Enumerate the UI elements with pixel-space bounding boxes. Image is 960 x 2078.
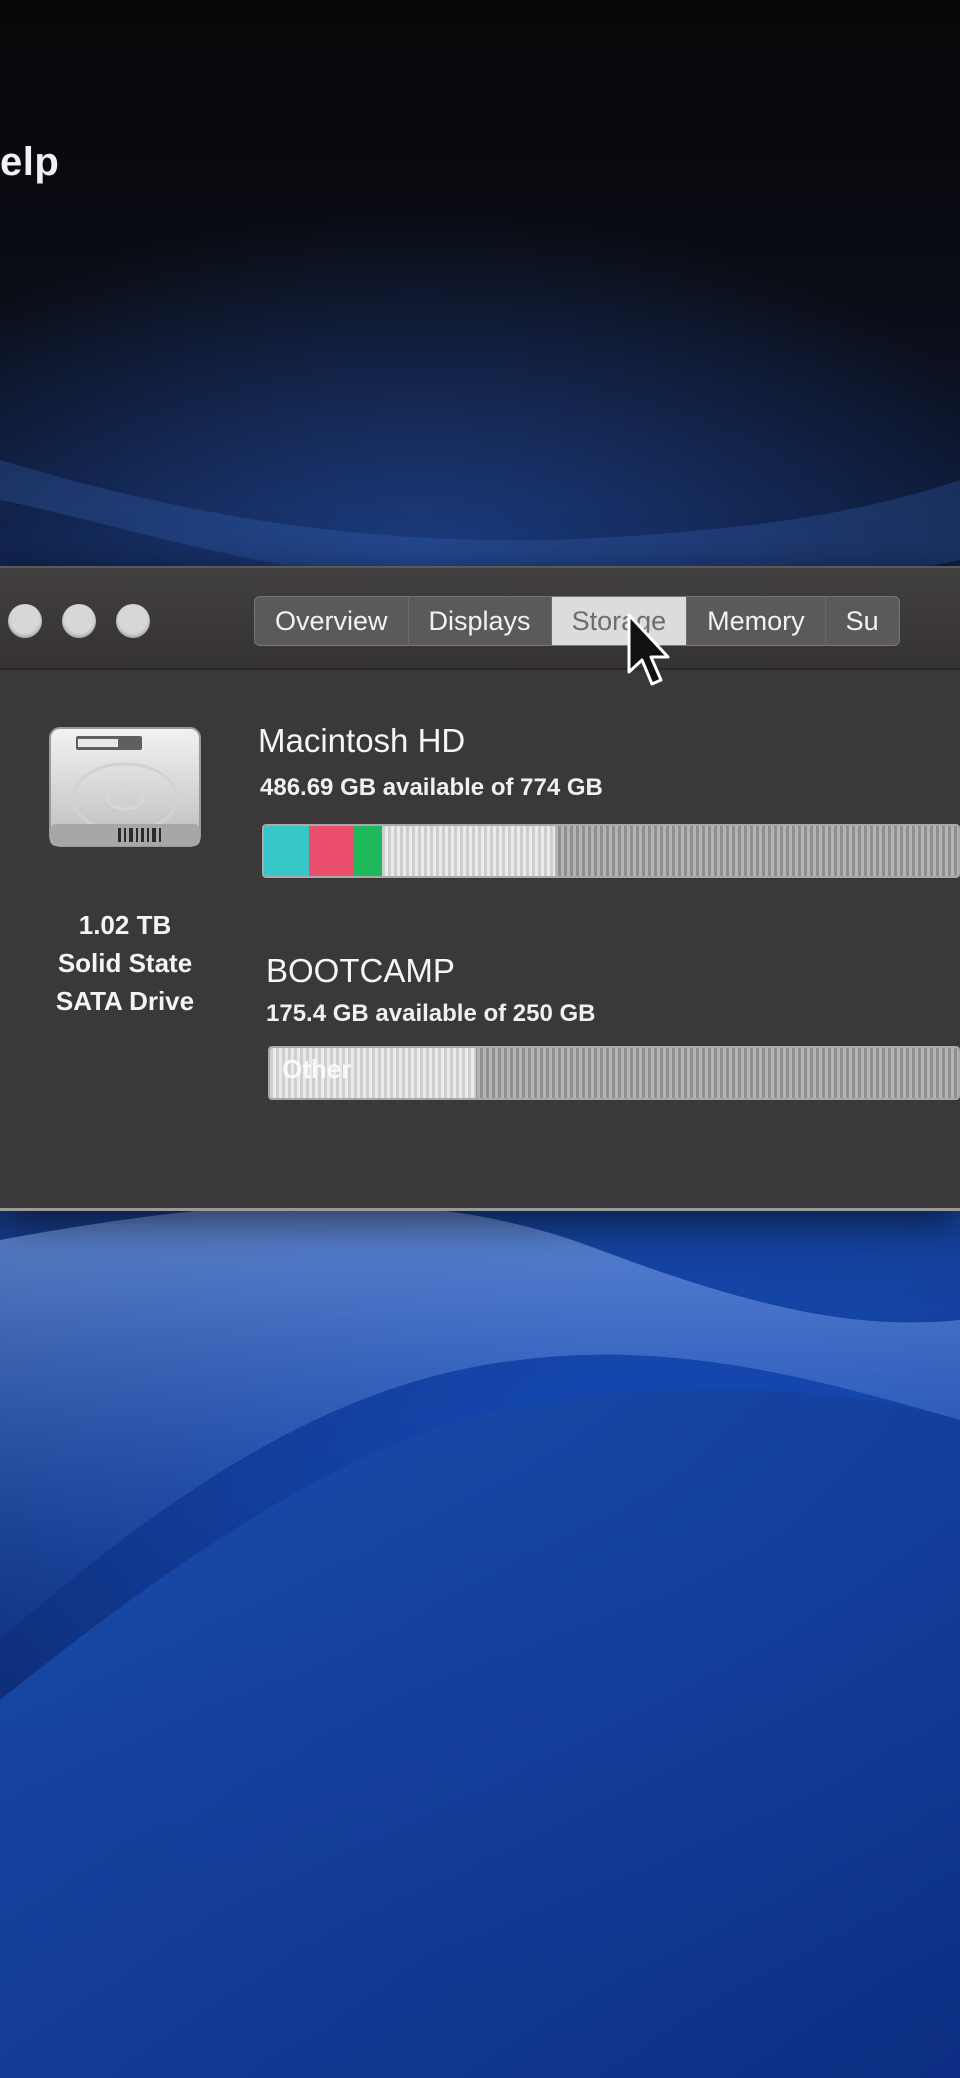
drive-type-line1: Solid State [57,948,193,978]
about-this-mac-window: Overview Displays Storage Memory Su 1.02… [0,566,960,1211]
storage-bar-macintosh-hd[interactable] [262,824,960,878]
close-window-button[interactable] [8,604,42,638]
tab-displays[interactable]: Displays [409,597,552,645]
drive-type-line2: SATA Drive [55,986,195,1016]
storage-segment-other[interactable] [381,826,556,876]
minimize-window-button[interactable] [62,604,96,638]
drive-caption: 1.02 TB Solid State SATA Drive [20,906,230,1020]
tab-support[interactable]: Su [826,597,899,645]
title-bar: Overview Displays Storage Memory Su [0,568,960,670]
tab-memory[interactable]: Memory [687,597,826,645]
drive-capacity: 1.02 TB [78,910,172,940]
storage-segment-documents[interactable] [309,826,355,876]
volume-availability-macintosh-hd: 486.69 GB available of 774 GB [260,774,603,801]
storage-segment-apps[interactable] [264,826,310,876]
storage-segment-label: Other [282,1054,352,1084]
volume-name-macintosh-hd: Macintosh HD [258,722,466,759]
hard-drive-icon [49,727,201,847]
desktop: elp Overview Displays Storage Memory Su [0,0,960,2078]
storage-segment-photos[interactable] [354,826,382,876]
menu-bar-help-item[interactable]: elp [0,140,59,185]
storage-segment-other[interactable]: Other [270,1048,477,1098]
volume-availability-bootcamp: 175.4 GB available of 250 GB [266,1000,596,1027]
pointer-cursor-icon [627,613,670,686]
zoom-window-button[interactable] [116,604,150,638]
storage-bar-bootcamp[interactable]: Other [268,1046,960,1100]
tab-overview[interactable]: Overview [255,597,409,645]
tab-bar: Overview Displays Storage Memory Su [254,596,900,646]
volume-name-bootcamp: BOOTCAMP [266,952,455,989]
